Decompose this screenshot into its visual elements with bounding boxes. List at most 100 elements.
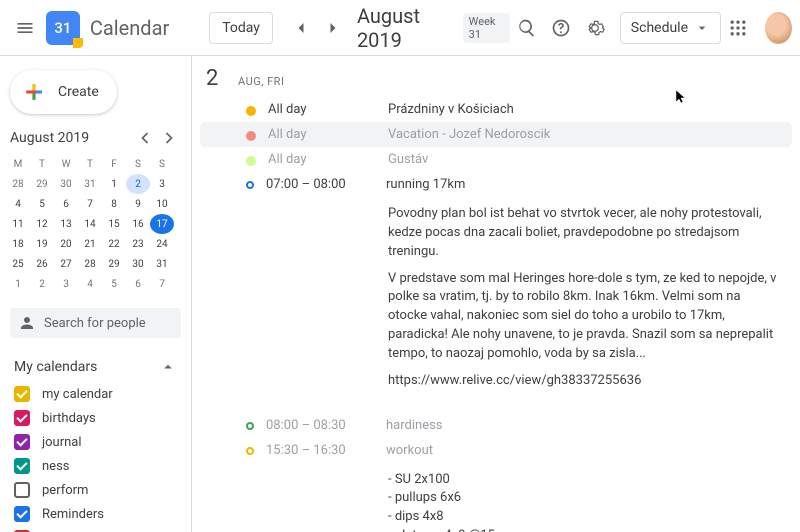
- prev-period-button[interactable]: [285, 12, 317, 44]
- event-dot-icon: [246, 156, 256, 166]
- event-row[interactable]: All dayPrázdniny v Košiciach: [192, 97, 800, 122]
- mini-day[interactable]: 23: [126, 234, 150, 254]
- mini-day[interactable]: 7: [78, 194, 102, 214]
- mini-day[interactable]: 1: [6, 274, 30, 294]
- mini-title: August 2019: [10, 130, 133, 146]
- avatar[interactable]: [765, 12, 792, 44]
- app-logo[interactable]: 31 Calendar: [46, 11, 169, 45]
- mini-day[interactable]: 16: [126, 214, 150, 234]
- event-description: - SU 2x100 - pullups 6x6 - dips 4x8 - pl…: [192, 463, 800, 532]
- event-title: hardiness: [386, 418, 800, 433]
- mini-day[interactable]: 29: [102, 254, 126, 274]
- mini-day[interactable]: 11: [6, 214, 30, 234]
- mini-day[interactable]: 4: [78, 274, 102, 294]
- person-icon: [18, 314, 36, 332]
- checkbox-icon[interactable]: [14, 434, 30, 450]
- mini-day[interactable]: 2: [30, 274, 54, 294]
- desc-text: - plate up 4x8 @15: [388, 527, 780, 532]
- event-dot-icon: [246, 422, 254, 430]
- event-row[interactable]: All dayGustáv: [192, 147, 800, 172]
- mini-day[interactable]: 5: [102, 274, 126, 294]
- mini-day[interactable]: 22: [102, 234, 126, 254]
- mini-prev-button[interactable]: [133, 126, 157, 150]
- my-calendars-toggle[interactable]: My calendars: [0, 352, 191, 382]
- mini-day[interactable]: 3: [150, 174, 174, 194]
- next-period-button[interactable]: [317, 12, 349, 44]
- mini-day[interactable]: 5: [30, 194, 54, 214]
- search-icon[interactable]: [510, 8, 544, 48]
- mini-dow: M: [6, 154, 30, 174]
- day-label: AUG, FRI: [238, 75, 284, 88]
- create-label: Create: [58, 84, 99, 100]
- event-row[interactable]: 15:30 – 16:30workout: [192, 438, 800, 463]
- schedule-view: 2 AUG, FRI All dayPrázdniny v KošiciachA…: [192, 56, 800, 532]
- today-button[interactable]: Today: [209, 12, 273, 44]
- mini-day[interactable]: 7: [150, 274, 174, 294]
- help-icon[interactable]: [544, 8, 578, 48]
- menu-icon[interactable]: [8, 8, 42, 48]
- mini-day[interactable]: 14: [78, 214, 102, 234]
- mini-day[interactable]: 27: [54, 254, 78, 274]
- mini-day[interactable]: 4: [6, 194, 30, 214]
- mini-dow: W: [54, 154, 78, 174]
- chevron-up-icon: [159, 358, 177, 376]
- mini-day[interactable]: 18: [6, 234, 30, 254]
- mini-day[interactable]: 31: [150, 254, 174, 274]
- search-people-input[interactable]: Search for people: [10, 308, 181, 338]
- calendar-item[interactable]: birthdays: [0, 406, 191, 430]
- mini-day[interactable]: 12: [30, 214, 54, 234]
- mini-day[interactable]: 24: [150, 234, 174, 254]
- apps-icon[interactable]: [721, 8, 755, 48]
- checkbox-icon[interactable]: [14, 458, 30, 474]
- mini-day[interactable]: 10: [150, 194, 174, 214]
- event-row[interactable]: All dayVacation - Jozef Nedoroscik: [200, 122, 792, 147]
- mini-day[interactable]: 6: [126, 274, 150, 294]
- event-row[interactable]: 07:00 – 08:00running 17km: [192, 172, 800, 197]
- mini-day[interactable]: 28: [6, 174, 30, 194]
- calendar-item[interactable]: my calendar: [0, 382, 191, 406]
- event-row[interactable]: 08:00 – 08:30hardiness: [192, 413, 800, 438]
- mini-day[interactable]: 13: [54, 214, 78, 234]
- event-time: All day: [268, 102, 388, 117]
- calendar-item[interactable]: ness: [0, 454, 191, 478]
- checkbox-icon[interactable]: [14, 386, 30, 402]
- checkbox-icon[interactable]: [14, 482, 30, 498]
- event-dot-icon: [246, 447, 254, 455]
- mini-day[interactable]: 30: [54, 174, 78, 194]
- checkbox-icon[interactable]: [14, 506, 30, 522]
- mini-day[interactable]: 1: [102, 174, 126, 194]
- calendar-item[interactable]: journal: [0, 430, 191, 454]
- calendar-item[interactable]: perform: [0, 478, 191, 502]
- mini-day[interactable]: 31: [78, 174, 102, 194]
- mini-day[interactable]: 26: [30, 254, 54, 274]
- mini-day[interactable]: 28: [78, 254, 102, 274]
- plus-icon: [20, 78, 48, 106]
- mini-calendar-header: August 2019: [0, 126, 191, 150]
- mini-day[interactable]: 9: [126, 194, 150, 214]
- event-time: All day: [268, 152, 388, 167]
- mini-day[interactable]: 3: [54, 274, 78, 294]
- view-switcher[interactable]: Schedule: [620, 12, 721, 44]
- mini-next-button[interactable]: [157, 126, 181, 150]
- mini-day[interactable]: 30: [126, 254, 150, 274]
- mini-day[interactable]: 6: [54, 194, 78, 214]
- mini-day[interactable]: 21: [78, 234, 102, 254]
- mini-day[interactable]: 17: [150, 214, 174, 234]
- event-title: Vacation - Jozef Nedoroscik: [388, 127, 792, 142]
- calendar-label: my calendar: [42, 387, 113, 402]
- mini-day[interactable]: 29: [30, 174, 54, 194]
- desc-link[interactable]: https://www.relive.cc/view/gh38337255636: [388, 372, 780, 391]
- calendar-item[interactable]: Reminders: [0, 502, 191, 526]
- create-button[interactable]: Create: [10, 70, 117, 114]
- mini-day[interactable]: 20: [54, 234, 78, 254]
- mini-day[interactable]: 15: [102, 214, 126, 234]
- day-number[interactable]: 2: [206, 66, 230, 91]
- settings-icon[interactable]: [578, 8, 612, 48]
- checkbox-icon[interactable]: [14, 410, 30, 426]
- mini-day[interactable]: 2: [126, 174, 150, 194]
- calendar-item[interactable]: Tasks: [0, 526, 191, 532]
- mini-day[interactable]: 8: [102, 194, 126, 214]
- mini-day[interactable]: 25: [6, 254, 30, 274]
- mini-dow: T: [30, 154, 54, 174]
- mini-day[interactable]: 19: [30, 234, 54, 254]
